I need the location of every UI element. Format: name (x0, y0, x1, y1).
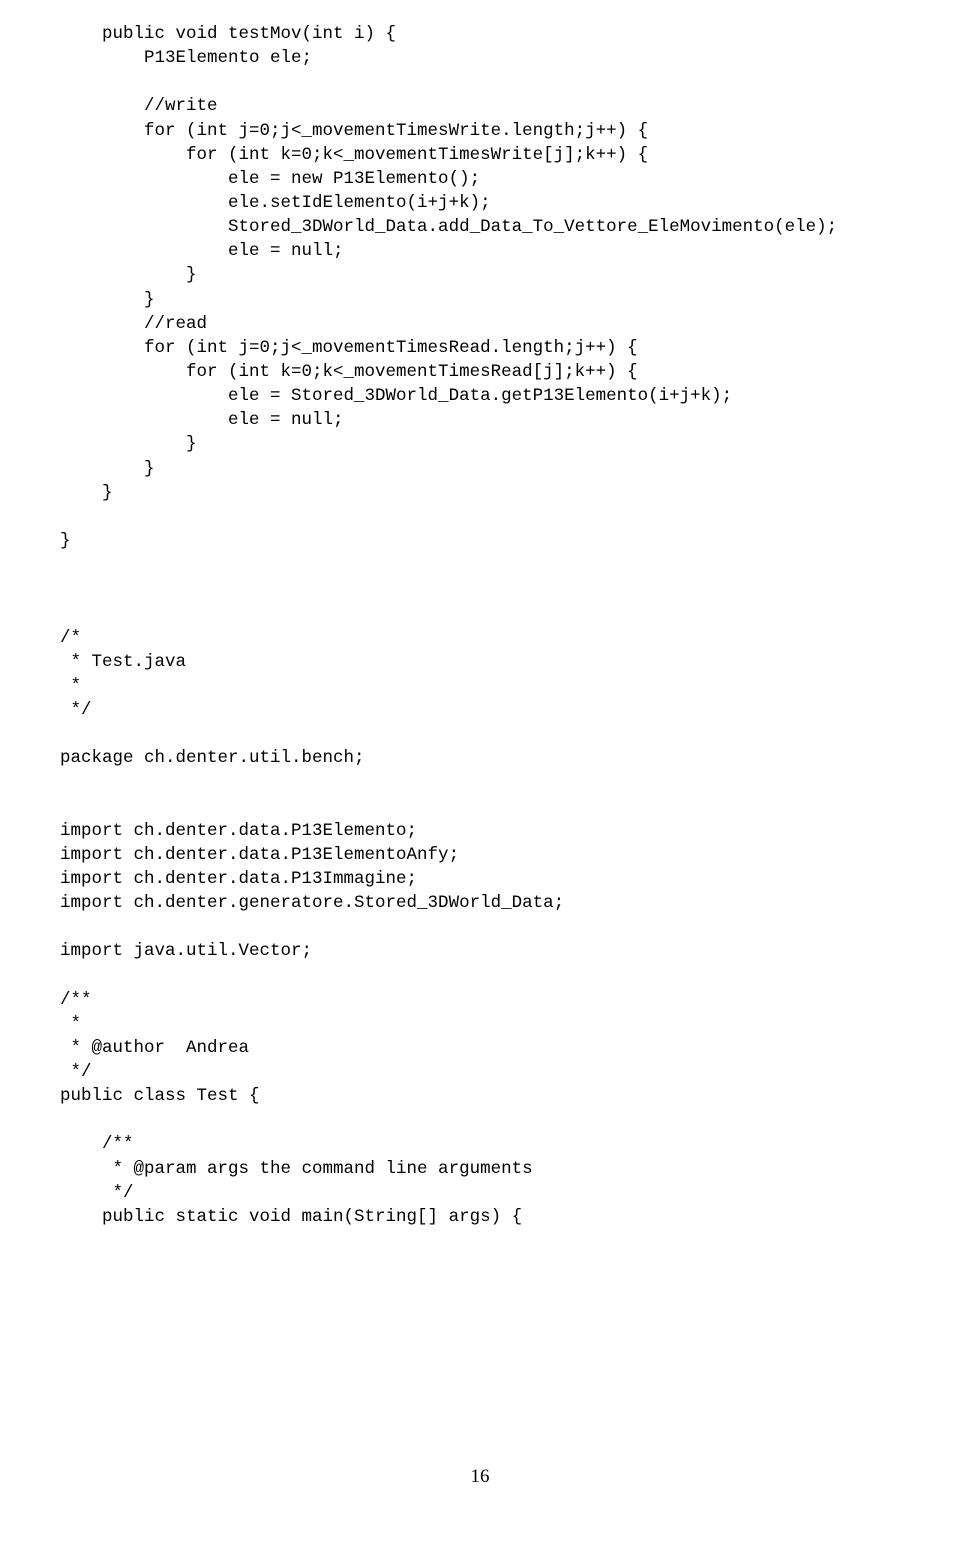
code-block: public void testMov(int i) { P13Elemento… (60, 22, 900, 1229)
page-number: 16 (0, 1464, 960, 1490)
document-page: public void testMov(int i) { P13Elemento… (0, 0, 960, 1552)
